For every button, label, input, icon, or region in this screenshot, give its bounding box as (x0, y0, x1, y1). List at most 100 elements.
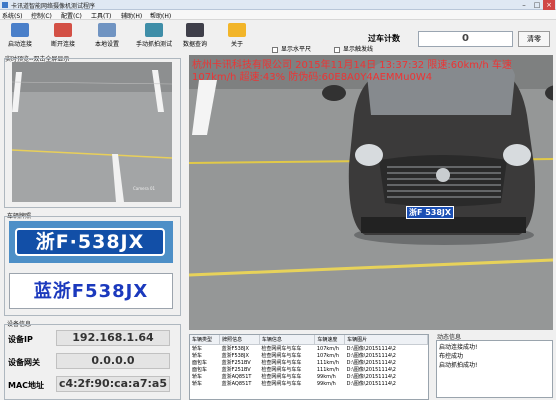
table-row[interactable]: 轿车 蓝浙AQ851T 检查网闸车与车车 99km/h D:\图像\201511… (190, 373, 428, 381)
mac-value: c4:2f:90:ca:a7:a5 (56, 376, 170, 392)
disconnect-label: 断开连接 (50, 41, 75, 48)
road-preview-image (12, 62, 172, 202)
cell-image: D:\图像\20151114\2 (346, 346, 396, 352)
show-lines-checkbox[interactable]: 显示触发线 (334, 44, 373, 53)
rear-plate: 浙F 538JX (406, 206, 454, 219)
cell-image: D:\图像\20151114\2 (346, 367, 396, 373)
cell-speed: 99km/h (316, 380, 336, 387)
show-hscale-label: 显示水平尺 (281, 46, 312, 53)
disconnect-icon (54, 23, 72, 37)
overlay-line-2: 107km/h 超速:43% 防伪码:60E8A0Y4AEMMu0W4 (192, 72, 433, 83)
about-label: 关于 (230, 41, 243, 48)
table-row[interactable]: 轿车 蓝浙AQ851T 检查网闸车与车车 99km/h D:\图像\201511… (190, 380, 428, 388)
cell-type: 轿车 (192, 346, 203, 352)
cell-plate: 蓝浙F538JX (221, 353, 249, 359)
col-plate[interactable]: 牌照信息 (219, 335, 260, 345)
menu-bar: 系统(S) 控制(C) 配置(C) 工具(T) 辅助(H) 帮助(H) (0, 10, 556, 20)
about-button[interactable]: 关于 (220, 22, 254, 52)
connect-icon (11, 23, 29, 37)
cell-info: 检查网闸车与车车 (261, 381, 302, 387)
capture-photo (189, 55, 553, 330)
cell-plate: 蓝浙F251BV (221, 367, 251, 373)
cell-type: 面包车 (192, 360, 208, 366)
capture-icon (145, 23, 163, 37)
cell-info: 检查网闸车与车车 (261, 367, 302, 373)
cell-info: 检查网闸车与车车 (261, 346, 302, 352)
cell-image: D:\图像\20151114\2 (346, 374, 396, 380)
cell-info: 检查网闸车与车车 (261, 360, 302, 366)
log-line: 启动连接成功! (439, 344, 478, 351)
minimize-icon[interactable]: – (518, 0, 530, 10)
col-type[interactable]: 车辆类型 (190, 335, 221, 345)
col-speed[interactable]: 车辆速度 (314, 335, 346, 345)
mac-label: MAC地址 (8, 381, 45, 390)
log-line: 启动抓拍成功! (439, 362, 478, 369)
cell-plate: 蓝浙AQ851T (221, 374, 252, 380)
col-image[interactable]: 车辆图片 (344, 335, 428, 345)
cell-speed: 111km/h (316, 366, 339, 373)
cell-speed: 107km/h (316, 345, 339, 352)
ip-value: 192.168.1.64 (56, 330, 170, 346)
local-settings-label: 本地设置 (94, 41, 119, 48)
show-hscale-checkbox[interactable]: 显示水平尺 (272, 44, 311, 53)
col-info[interactable]: 车辆信息 (259, 335, 316, 345)
manual-capture-label: 手动抓拍测试 (135, 41, 172, 48)
cell-info: 检查网闸车与车车 (261, 353, 302, 359)
table-row[interactable]: 面包车 蓝浙F251BV 检查网闸车与车车 111km/h D:\图像\2015… (190, 366, 428, 374)
settings-icon (98, 23, 116, 37)
menu-system[interactable]: 系统(S) (2, 11, 23, 20)
checkbox-box (334, 46, 340, 53)
data-query-button[interactable]: 数据查询 (178, 22, 212, 52)
menu-config[interactable]: 配置(C) (61, 11, 82, 20)
records-table[interactable]: 车辆类型 牌照信息 车辆信息 车辆速度 车辆图片 轿车 蓝浙F538JX 检查网… (189, 334, 429, 400)
cell-image: D:\图像\20151114\2 (346, 381, 396, 387)
close-icon[interactable]: × (543, 0, 555, 10)
vehicle-count-label: 过车计数 (368, 34, 400, 43)
clear-count-button[interactable]: 清零 (518, 31, 550, 47)
window-title: 卡讯道智能网络摄像机测试程序 (11, 3, 96, 10)
plate-text: 蓝浙F538JX (9, 273, 173, 309)
manual-capture-button[interactable]: 手动抓拍测试 (132, 22, 176, 52)
connect-label: 启动连接 (7, 41, 32, 48)
title-bar: 卡讯道智能网络摄像机测试程序 – □ × (0, 0, 556, 10)
log-panel[interactable]: 启动连接成功! 布控成功 启动抓拍成功! (436, 340, 553, 398)
cell-image: D:\图像\20151114\2 (346, 360, 396, 366)
cell-speed: 99km/h (316, 373, 336, 380)
log-line: 布控成功 (439, 353, 464, 360)
maximize-icon[interactable]: □ (531, 0, 543, 10)
cell-speed: 111km/h (316, 359, 339, 366)
plate-image-text: 浙F·538JX (15, 228, 165, 256)
binoculars-icon (186, 23, 204, 37)
cell-info: 检查网闸车与车车 (261, 374, 302, 380)
connect-button[interactable]: 启动连接 (3, 22, 37, 52)
cell-speed: 107km/h (316, 352, 339, 359)
plate-image: 浙F·538JX (9, 221, 173, 263)
cell-type: 轿车 (192, 374, 203, 380)
ip-label: 设备IP (8, 335, 33, 344)
data-query-label: 数据查询 (182, 41, 207, 48)
menu-tools[interactable]: 工具(T) (91, 11, 111, 20)
cell-plate: 蓝浙F251BV (221, 360, 251, 366)
realtime-preview[interactable]: Camera 01 (12, 62, 172, 202)
about-icon (228, 23, 246, 37)
vehicle-count-value: 0 (418, 31, 513, 47)
cell-plate: 蓝浙F538JX (221, 346, 249, 352)
table-row[interactable]: 轿车 蓝浙F538JX 检查网闸车与车车 107km/h D:\图像\20151… (190, 345, 428, 353)
disconnect-button[interactable]: 断开连接 (46, 22, 80, 52)
menu-control[interactable]: 控制(C) (31, 11, 52, 20)
cell-type: 轿车 (192, 381, 203, 387)
table-header-row: 车辆类型 牌照信息 车辆信息 车辆速度 车辆图片 (190, 335, 428, 345)
capture-image[interactable]: 浙F 538JX 杭州卡讯科技有限公司 2015年11月14日 13:37:32… (189, 55, 553, 330)
show-lines-label: 显示触发线 (343, 46, 374, 53)
cell-image: D:\图像\20151114\2 (346, 353, 396, 359)
table-row[interactable]: 轿车 蓝浙F538JX 检查网闸车与车车 107km/h D:\图像\20151… (190, 352, 428, 360)
camera-stamp: Camera 01 (133, 186, 156, 191)
menu-help[interactable]: 帮助(H) (150, 11, 171, 20)
checkbox-box (272, 46, 278, 53)
table-row[interactable]: 面包车 蓝浙F251BV 检查网闸车与车车 111km/h D:\图像\2015… (190, 359, 428, 367)
local-settings-button[interactable]: 本地设置 (90, 22, 124, 52)
cell-type: 轿车 (192, 353, 203, 359)
gateway-label: 设备网关 (8, 358, 40, 367)
gateway-value: 0.0.0.0 (56, 353, 170, 369)
menu-assist[interactable]: 辅助(H) (121, 11, 142, 20)
